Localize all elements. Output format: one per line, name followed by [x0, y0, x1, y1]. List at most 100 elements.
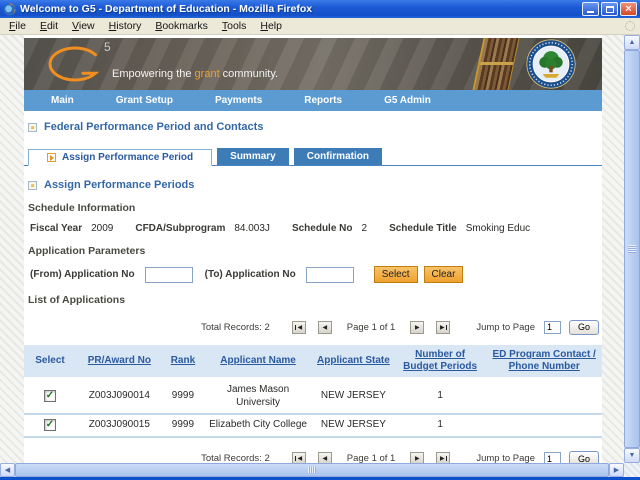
scrollbar-corner [624, 463, 640, 477]
column-header-label: Number of Budget Periods [403, 349, 478, 372]
tab-label: Assign Performance Period [62, 152, 194, 163]
nav-item-payments[interactable]: Payments [194, 95, 283, 106]
schedule-field-value-schedule-title: Smoking Educ [465, 223, 531, 234]
menu-view[interactable]: View [65, 19, 102, 33]
cell-applicant-state: NEW JERSEY [312, 378, 394, 415]
from-application-input[interactable] [144, 266, 193, 283]
cell-applicant-name: James Mason University [203, 378, 313, 415]
to-application-label: (To) Application No [204, 269, 296, 280]
scroll-right-icon[interactable]: ▶ [609, 463, 624, 477]
schedule-field-label-schedule-title: Schedule Title [389, 223, 457, 234]
section-title: Assign Performance Periods [44, 179, 195, 191]
section-title-row: Assign Performance Periods [28, 179, 602, 191]
jump-to-page-input[interactable] [543, 320, 561, 334]
menu-history[interactable]: History [102, 19, 149, 33]
go-button[interactable]: Go [568, 451, 599, 463]
cell-rank: 9999 [162, 414, 204, 438]
bookshelf-image [472, 38, 520, 90]
go-button[interactable]: Go [568, 319, 599, 335]
total-records-label: Total Records: 2 [201, 453, 270, 463]
menu-help[interactable]: Help [253, 19, 289, 33]
row-select-checkbox[interactable]: ✓ [44, 390, 56, 403]
column-header-label: Rank [170, 355, 196, 366]
scroll-left-icon[interactable]: ◀ [0, 463, 15, 477]
column-header-label: Applicant State [317, 355, 390, 366]
scroll-up-icon[interactable]: ▲ [624, 35, 640, 50]
column-header-ed-program-contact-phone-number[interactable]: ED Program Contact / Phone Number [486, 345, 602, 380]
cell-pr-award-no: Z003J090014 [76, 378, 163, 415]
menu-tools[interactable]: Tools [215, 19, 254, 33]
vertical-scrollbar[interactable]: ▲ ▼ [624, 35, 640, 463]
cell-ed-program-contact-phone-number [486, 414, 602, 438]
pagination-bottom: Total Records: 2 ◀ ◀ Page 1 of 1 ▶ ▶ Jump to P… [24, 450, 602, 463]
maximize-button[interactable] [601, 2, 618, 16]
table-row: ✓ Z003J090015 9999 Elizabeth City College NE… [24, 414, 602, 438]
jump-to-page-label: Jump to Page [476, 321, 535, 333]
last-page-icon[interactable]: ▶ [436, 452, 451, 463]
application-parameters-heading: Application Parameters [28, 245, 146, 257]
scroll-down-icon[interactable]: ▼ [624, 448, 640, 463]
nav-item-grant-setup[interactable]: Grant Setup [95, 95, 194, 106]
first-page-icon[interactable]: ◀ [291, 320, 306, 334]
schedule-field-value-fiscal-year: 2009 [91, 223, 114, 234]
column-header-number-of-budget-periods[interactable]: Number of Budget Periods [393, 345, 487, 380]
column-header-pr-award-no[interactable]: PR/Award No [76, 345, 163, 380]
row-select-checkbox[interactable]: ✓ [44, 419, 56, 431]
window-controls: × [582, 2, 637, 16]
previous-page-icon[interactable]: ◀ [317, 452, 332, 463]
menu-bar: File Edit View History Bookmarks Tools Help [0, 18, 640, 35]
column-header-applicant-state[interactable]: Applicant State [312, 345, 394, 380]
tab-arrow-icon [47, 153, 56, 162]
throbber-icon [625, 21, 635, 31]
tab-confirmation[interactable]: Confirmation [293, 148, 382, 165]
next-page-icon[interactable]: ▶ [410, 320, 425, 334]
previous-page-icon[interactable]: ◀ [317, 320, 332, 334]
minimize-button[interactable] [582, 2, 599, 16]
jump-to-page-label: Jump to Page [476, 453, 535, 463]
column-header-label: PR/Award No [87, 355, 151, 366]
tab-assign-performance-period[interactable]: Assign Performance Period [28, 149, 213, 166]
minimize-icon [587, 11, 594, 13]
next-page-icon[interactable]: ▶ [410, 452, 425, 463]
schedule-field-label-schedule-no: Schedule No [291, 223, 353, 234]
schedule-fields: Fiscal Year 2009 CFDA/Subprogram 84.003J Sch… [30, 223, 602, 234]
menu-bookmarks[interactable]: Bookmarks [148, 19, 215, 33]
from-application-label: (From) Application No [30, 269, 135, 280]
vertical-scrollbar-thumb[interactable] [624, 50, 640, 448]
menu-file[interactable]: File [2, 19, 33, 33]
nav-item-main[interactable]: Main [30, 95, 95, 106]
column-header-applicant-name[interactable]: Applicant Name [203, 345, 313, 380]
clear-button[interactable]: Clear [423, 266, 464, 283]
to-application-input[interactable] [305, 266, 354, 283]
horizontal-scrollbar-thumb[interactable] [15, 463, 609, 477]
page-title: Federal Performance Period and Contacts [44, 121, 264, 133]
menu-edit[interactable]: Edit [33, 19, 65, 33]
maximize-icon [605, 5, 614, 13]
horizontal-scrollbar[interactable]: ◀ ▶ [0, 463, 640, 477]
tab-summary[interactable]: Summary [217, 148, 289, 165]
close-button[interactable]: × [620, 2, 637, 16]
window-title: Welcome to G5 - Department of Education … [20, 3, 313, 15]
last-page-icon[interactable]: ▶ [436, 320, 451, 334]
 [445, 456, 447, 461]
tab-label: Confirmation [306, 151, 369, 162]
application-parameters-form: (From) Application No (To) Application N… [30, 266, 602, 283]
first-page-icon[interactable]: ◀ [291, 452, 306, 463]
jump-to-page-input[interactable] [543, 452, 561, 463]
total-records-label: Total Records: 2 [201, 321, 270, 333]
tagline-grant-word: grant [194, 68, 220, 80]
schedule-field-value-cfda-subprogram: 84.003J [234, 223, 270, 234]
main-nav: Main Grant Setup Payments Reports G5 Admin [24, 90, 602, 111]
column-header-rank[interactable]: Rank [162, 345, 204, 380]
select-cell: ✓ [24, 378, 77, 415]
firefox-window: Welcome to G5 - Department of Education … [0, 0, 640, 480]
window-titlebar[interactable]: Welcome to G5 - Department of Education … [0, 0, 640, 18]
nav-item-reports[interactable]: Reports [283, 95, 363, 106]
cell-number-of-budget-periods: 1 [393, 414, 487, 438]
g5-logo-icon [48, 46, 100, 82]
nav-item-g5-admin[interactable]: G5 Admin [363, 95, 452, 106]
cell-ed-program-contact-phone-number [486, 378, 602, 415]
schedule-field-label-cfda-subprogram: CFDA/Subprogram [135, 223, 226, 234]
cell-number-of-budget-periods: 1 [393, 378, 487, 415]
select-button[interactable]: Select [373, 266, 418, 283]
